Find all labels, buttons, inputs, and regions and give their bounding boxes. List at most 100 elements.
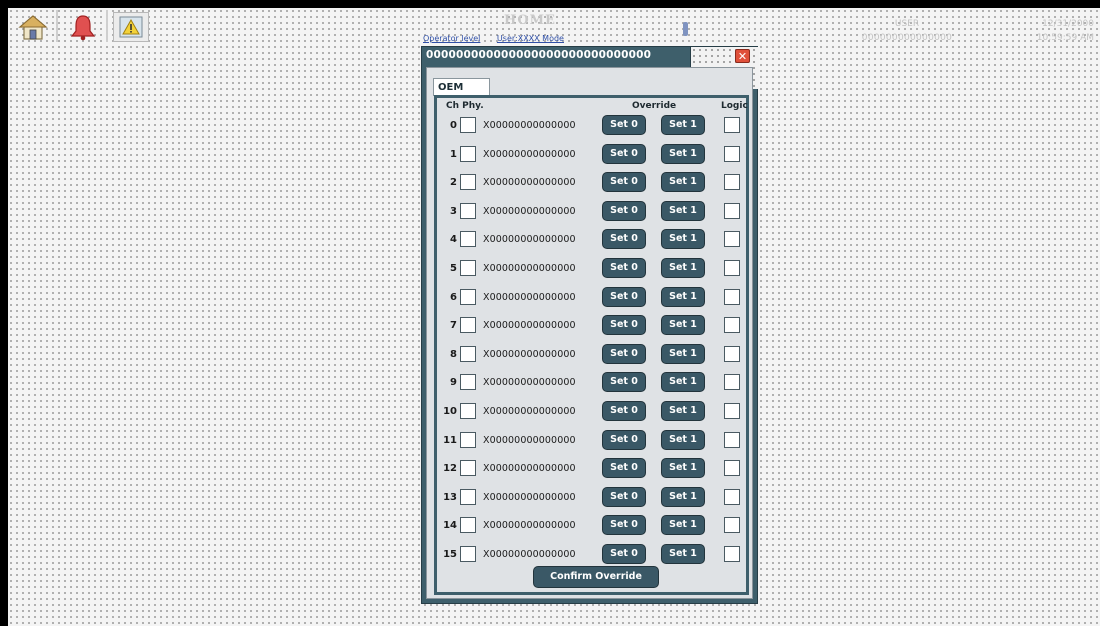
channel-number: 5 (450, 263, 457, 274)
physical-checkbox[interactable] (460, 231, 476, 248)
logic-checkbox[interactable] (724, 403, 740, 419)
logic-checkbox[interactable] (724, 488, 740, 505)
channel-number: 14 (443, 520, 457, 532)
channel-name: X00000000000000 (483, 177, 576, 189)
channel-number: 3 (450, 205, 457, 217)
channel-row: 15 X00000000000000 Set 0 Set 1 (437, 543, 746, 567)
physical-checkbox[interactable] (460, 317, 476, 334)
set-1-button[interactable]: Set 1 (661, 229, 705, 250)
set-1-button[interactable]: Set 1 (661, 115, 705, 135)
logic-checkbox[interactable] (724, 317, 740, 334)
channel-name: X00000000000000 (483, 320, 576, 332)
logic-checkbox[interactable] (724, 374, 740, 391)
logic-checkbox[interactable] (724, 345, 740, 362)
channel-number: 4 (450, 234, 457, 246)
set-0-button[interactable]: Set 0 (602, 229, 646, 250)
logic-checkbox[interactable] (724, 431, 740, 448)
set-1-button[interactable]: Set 1 (661, 544, 705, 564)
alarm-bell-icon (70, 15, 96, 41)
home-button[interactable] (15, 12, 51, 42)
logic-checkbox[interactable] (724, 288, 740, 305)
set-1-button[interactable]: Set 1 (661, 343, 705, 364)
channel-row: 6 X00000000000000 Set 0 Set 1 (437, 286, 746, 310)
alarm-button[interactable] (65, 12, 101, 42)
confirm-override-button[interactable]: Confirm Override (533, 566, 659, 588)
set-1-button[interactable]: Set 1 (661, 200, 705, 221)
physical-checkbox[interactable] (460, 546, 476, 562)
logic-checkbox[interactable] (724, 202, 740, 219)
channel-name: X00000000000000 (483, 291, 576, 303)
channel-name: X00000000000000 (483, 491, 576, 503)
set-1-button[interactable]: Set 1 (661, 286, 705, 307)
set-1-button[interactable]: Set 1 (661, 258, 705, 278)
set-0-button[interactable]: Set 0 (602, 429, 646, 450)
set-0-button[interactable]: Set 0 (602, 343, 646, 364)
logic-checkbox[interactable] (724, 260, 740, 276)
set-0-button[interactable]: Set 0 (602, 200, 646, 221)
physical-checkbox[interactable] (460, 345, 476, 362)
logic-checkbox[interactable] (724, 231, 740, 248)
physical-checkbox[interactable] (460, 403, 476, 419)
window-frame-top (0, 0, 1100, 8)
col-header-override: Override (632, 101, 677, 111)
set-0-button[interactable]: Set 0 (602, 486, 646, 507)
user-mode-link[interactable]: User:XXXX Mode (497, 34, 564, 43)
set-0-button[interactable]: Set 0 (602, 143, 646, 164)
warning-icon (119, 16, 143, 38)
set-0-button[interactable]: Set 0 (602, 372, 646, 393)
set-1-button[interactable]: Set 1 (661, 315, 705, 336)
logic-checkbox[interactable] (724, 145, 740, 162)
set-0-button[interactable]: Set 0 (602, 172, 646, 193)
physical-checkbox[interactable] (460, 174, 476, 191)
logic-checkbox[interactable] (724, 460, 740, 477)
set-1-button[interactable]: Set 1 (661, 429, 705, 450)
set-0-button[interactable]: Set 0 (602, 286, 646, 307)
set-1-button[interactable]: Set 1 (661, 372, 705, 393)
physical-checkbox[interactable] (460, 145, 476, 162)
channel-name: X00000000000000 (483, 377, 576, 389)
physical-checkbox[interactable] (460, 488, 476, 505)
channel-number: 10 (443, 406, 457, 417)
set-1-button[interactable]: Set 1 (661, 143, 705, 164)
set-1-button[interactable]: Set 1 (661, 515, 705, 536)
logic-checkbox[interactable] (724, 517, 740, 534)
logic-checkbox[interactable] (724, 546, 740, 562)
physical-checkbox[interactable] (460, 202, 476, 219)
set-1-button[interactable]: Set 1 (661, 172, 705, 193)
close-icon: ✕ (737, 49, 748, 63)
channel-row: 2 X00000000000000 Set 0 Set 1 (437, 171, 746, 195)
physical-checkbox[interactable] (460, 460, 476, 477)
physical-checkbox[interactable] (460, 517, 476, 534)
set-0-button[interactable]: Set 0 (602, 115, 646, 135)
channel-row: 11 X00000000000000 Set 0 Set 1 (437, 429, 746, 453)
channel-name: X00000000000000 (483, 549, 576, 560)
physical-checkbox[interactable] (460, 117, 476, 133)
channel-name: X00000000000000 (483, 520, 576, 532)
operator-level-link[interactable]: Operator level (423, 34, 480, 43)
physical-checkbox[interactable] (460, 260, 476, 276)
set-0-button[interactable]: Set 0 (602, 458, 646, 479)
warning-button[interactable] (113, 12, 149, 42)
logic-checkbox[interactable] (724, 117, 740, 133)
set-1-button[interactable]: Set 1 (661, 401, 705, 421)
set-0-button[interactable]: Set 0 (602, 401, 646, 421)
channel-name: X00000000000000 (483, 234, 576, 246)
physical-checkbox[interactable] (460, 431, 476, 448)
channel-number: 13 (443, 491, 457, 503)
channel-row: 7 X00000000000000 Set 0 Set 1 (437, 314, 746, 338)
set-1-button[interactable]: Set 1 (661, 458, 705, 479)
set-1-button[interactable]: Set 1 (661, 486, 705, 507)
tab-oem[interactable]: OEM (433, 78, 490, 96)
set-0-button[interactable]: Set 0 (602, 258, 646, 278)
channel-name: X00000000000000 (483, 263, 576, 274)
channel-name: X00000000000000 (483, 463, 576, 475)
channel-row: 1 X00000000000000 Set 0 Set 1 (437, 143, 746, 167)
physical-checkbox[interactable] (460, 374, 476, 391)
set-0-button[interactable]: Set 0 (602, 515, 646, 536)
close-button[interactable]: ✕ (735, 49, 750, 63)
channel-number: 0 (450, 120, 457, 131)
physical-checkbox[interactable] (460, 288, 476, 305)
logic-checkbox[interactable] (724, 174, 740, 191)
set-0-button[interactable]: Set 0 (602, 544, 646, 564)
set-0-button[interactable]: Set 0 (602, 315, 646, 336)
